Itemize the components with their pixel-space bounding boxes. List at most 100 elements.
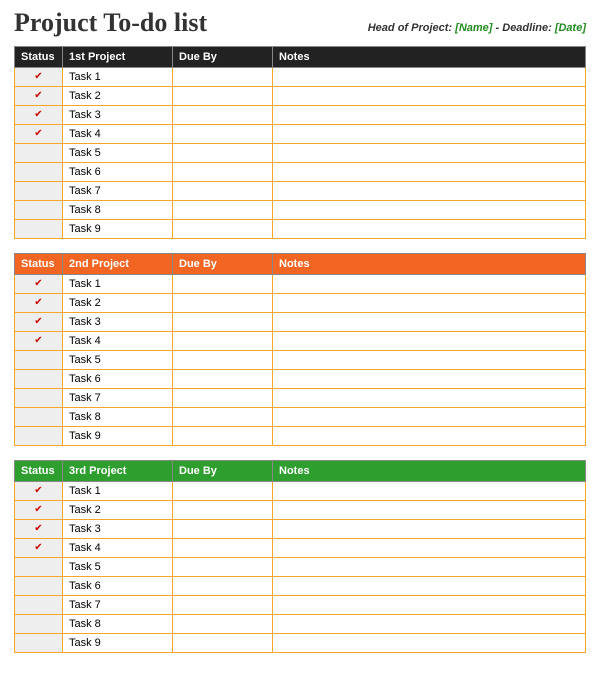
due-cell[interactable] (173, 163, 273, 182)
task-name-cell[interactable]: Task 4 (63, 539, 173, 558)
status-cell[interactable] (15, 596, 63, 615)
due-cell[interactable] (173, 427, 273, 446)
task-name-cell[interactable]: Task 8 (63, 201, 173, 220)
due-cell[interactable] (173, 125, 273, 144)
task-name-cell[interactable]: Task 3 (63, 313, 173, 332)
notes-cell[interactable] (273, 87, 586, 106)
task-name-cell[interactable]: Task 9 (63, 220, 173, 239)
notes-cell[interactable] (273, 275, 586, 294)
task-name-cell[interactable]: Task 9 (63, 634, 173, 653)
status-cell[interactable] (15, 163, 63, 182)
notes-cell[interactable] (273, 370, 586, 389)
task-name-cell[interactable]: Task 5 (63, 144, 173, 163)
status-cell[interactable]: ✔ (15, 520, 63, 539)
status-cell[interactable]: ✔ (15, 501, 63, 520)
notes-cell[interactable] (273, 294, 586, 313)
due-cell[interactable] (173, 182, 273, 201)
task-name-cell[interactable]: Task 9 (63, 427, 173, 446)
due-cell[interactable] (173, 634, 273, 653)
status-cell[interactable] (15, 408, 63, 427)
task-name-cell[interactable]: Task 2 (63, 501, 173, 520)
due-cell[interactable] (173, 389, 273, 408)
task-name-cell[interactable]: Task 2 (63, 87, 173, 106)
due-cell[interactable] (173, 577, 273, 596)
task-name-cell[interactable]: Task 6 (63, 370, 173, 389)
notes-cell[interactable] (273, 634, 586, 653)
notes-cell[interactable] (273, 615, 586, 634)
status-cell[interactable]: ✔ (15, 125, 63, 144)
status-cell[interactable]: ✔ (15, 313, 63, 332)
status-cell[interactable]: ✔ (15, 275, 63, 294)
task-name-cell[interactable]: Task 7 (63, 596, 173, 615)
notes-cell[interactable] (273, 163, 586, 182)
status-cell[interactable]: ✔ (15, 87, 63, 106)
status-cell[interactable] (15, 144, 63, 163)
status-cell[interactable]: ✔ (15, 332, 63, 351)
status-cell[interactable] (15, 370, 63, 389)
notes-cell[interactable] (273, 201, 586, 220)
notes-cell[interactable] (273, 68, 586, 87)
due-cell[interactable] (173, 144, 273, 163)
due-cell[interactable] (173, 294, 273, 313)
due-cell[interactable] (173, 501, 273, 520)
task-name-cell[interactable]: Task 7 (63, 389, 173, 408)
status-cell[interactable]: ✔ (15, 68, 63, 87)
notes-cell[interactable] (273, 144, 586, 163)
due-cell[interactable] (173, 596, 273, 615)
task-name-cell[interactable]: Task 3 (63, 106, 173, 125)
task-name-cell[interactable]: Task 1 (63, 68, 173, 87)
task-name-cell[interactable]: Task 5 (63, 558, 173, 577)
task-name-cell[interactable]: Task 4 (63, 332, 173, 351)
due-cell[interactable] (173, 332, 273, 351)
status-cell[interactable] (15, 634, 63, 653)
status-cell[interactable] (15, 182, 63, 201)
due-cell[interactable] (173, 275, 273, 294)
status-cell[interactable] (15, 558, 63, 577)
notes-cell[interactable] (273, 220, 586, 239)
due-cell[interactable] (173, 482, 273, 501)
status-cell[interactable]: ✔ (15, 539, 63, 558)
due-cell[interactable] (173, 408, 273, 427)
due-cell[interactable] (173, 615, 273, 634)
task-name-cell[interactable]: Task 8 (63, 408, 173, 427)
notes-cell[interactable] (273, 351, 586, 370)
task-name-cell[interactable]: Task 2 (63, 294, 173, 313)
notes-cell[interactable] (273, 332, 586, 351)
task-name-cell[interactable]: Task 1 (63, 482, 173, 501)
notes-cell[interactable] (273, 427, 586, 446)
due-cell[interactable] (173, 558, 273, 577)
status-cell[interactable]: ✔ (15, 294, 63, 313)
due-cell[interactable] (173, 87, 273, 106)
notes-cell[interactable] (273, 125, 586, 144)
task-name-cell[interactable]: Task 8 (63, 615, 173, 634)
due-cell[interactable] (173, 520, 273, 539)
notes-cell[interactable] (273, 408, 586, 427)
due-cell[interactable] (173, 201, 273, 220)
notes-cell[interactable] (273, 389, 586, 408)
due-cell[interactable] (173, 351, 273, 370)
notes-cell[interactable] (273, 182, 586, 201)
notes-cell[interactable] (273, 106, 586, 125)
status-cell[interactable] (15, 351, 63, 370)
notes-cell[interactable] (273, 313, 586, 332)
due-cell[interactable] (173, 220, 273, 239)
notes-cell[interactable] (273, 558, 586, 577)
status-cell[interactable] (15, 615, 63, 634)
due-cell[interactable] (173, 68, 273, 87)
status-cell[interactable]: ✔ (15, 106, 63, 125)
notes-cell[interactable] (273, 501, 586, 520)
task-name-cell[interactable]: Task 3 (63, 520, 173, 539)
task-name-cell[interactable]: Task 6 (63, 163, 173, 182)
task-name-cell[interactable]: Task 5 (63, 351, 173, 370)
notes-cell[interactable] (273, 577, 586, 596)
task-name-cell[interactable]: Task 6 (63, 577, 173, 596)
status-cell[interactable] (15, 220, 63, 239)
due-cell[interactable] (173, 313, 273, 332)
task-name-cell[interactable]: Task 7 (63, 182, 173, 201)
status-cell[interactable]: ✔ (15, 482, 63, 501)
status-cell[interactable] (15, 427, 63, 446)
notes-cell[interactable] (273, 539, 586, 558)
status-cell[interactable] (15, 201, 63, 220)
due-cell[interactable] (173, 106, 273, 125)
notes-cell[interactable] (273, 482, 586, 501)
